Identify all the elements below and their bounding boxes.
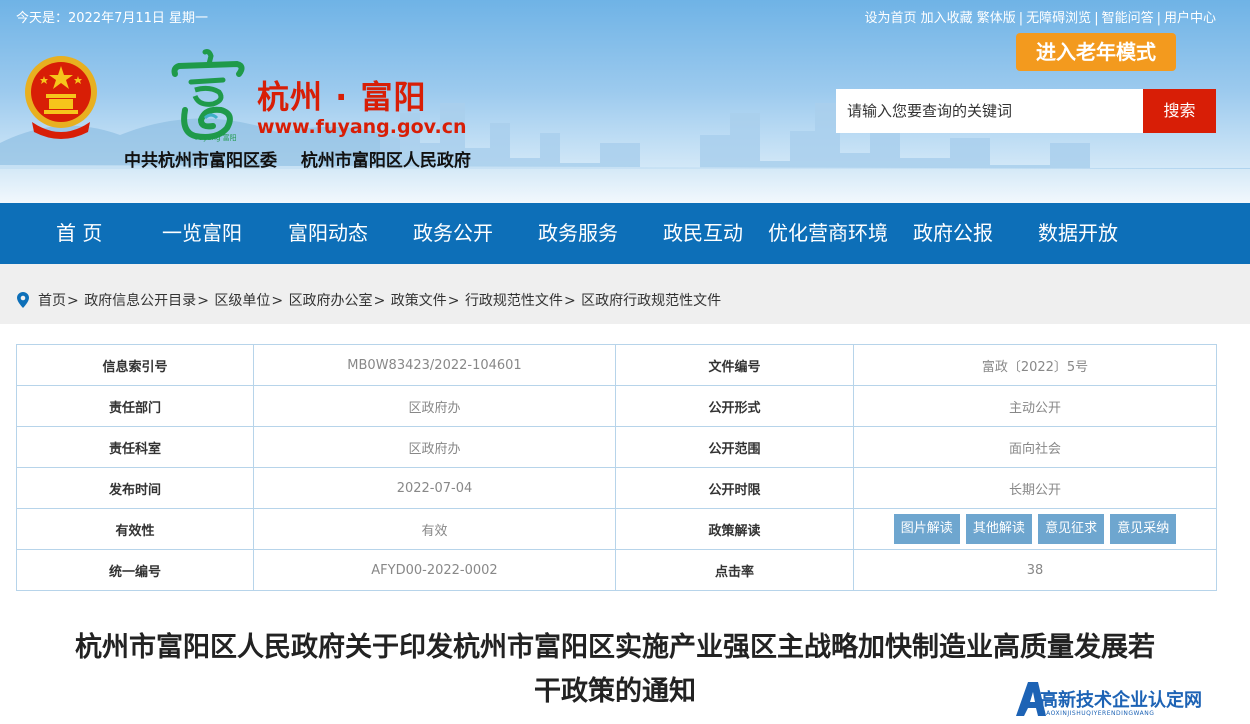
nav-interaction[interactable]: 政民互动 [663, 203, 743, 264]
breadcrumb-normative-docs[interactable]: 行政规范性文件 [465, 293, 563, 309]
watermark-subtext: GAOXINJISHUQIYERENDINGWANG [1041, 710, 1155, 717]
document-title-line-1: 杭州市富阳区人民政府关于印发杭州市富阳区实施产业强区主战略加快制造业高质量发展若 [75, 632, 1155, 663]
tag-opinion-solicitation[interactable]: 意见征求 [1038, 514, 1105, 544]
nav-open-government[interactable]: 政务公开 [413, 203, 493, 264]
value-department: 区政府办 [253, 385, 616, 427]
label-disclosure-form: 公开形式 [615, 385, 854, 427]
table-row: 责任部门 区政府办 公开形式 主动公开 [16, 385, 1217, 427]
value-doc-number: 富政〔2022〕5号 [853, 344, 1217, 386]
main-nav: 首 页 一览富阳 富阳动态 政务公开 政务服务 政民互动 优化营商环境 政府公报… [0, 203, 1250, 264]
organization-names: 中共杭州市富阳区委 杭州市富阳区人民政府 [124, 146, 471, 171]
value-disclosure-scope: 面向社会 [853, 426, 1217, 468]
label-publish-date: 发布时间 [16, 467, 254, 509]
site-name: 杭州 · 富阳 [257, 78, 427, 116]
label-section: 责任科室 [16, 426, 254, 468]
nav-overview[interactable]: 一览富阳 [162, 203, 242, 264]
national-emblem-icon [25, 56, 97, 139]
top-links: 设为首页 加入收藏 繁体版 | 无障碍浏览 | 智能问答 | 用户中心 [864, 11, 1216, 26]
org-government: 杭州市富阳区人民政府 [300, 151, 471, 171]
document-info-table: 信息索引号 MB0W83423/2022-104601 文件编号 富政〔2022… [16, 344, 1217, 591]
search-input[interactable] [836, 89, 1144, 133]
label-disclosure-scope: 公开范围 [615, 426, 854, 468]
river-water [0, 169, 1250, 203]
tag-opinion-adoption[interactable]: 意见采纳 [1110, 514, 1177, 544]
nav-gazette[interactable]: 政府公报 [913, 203, 993, 264]
breadcrumb-home[interactable]: 首页 [38, 293, 66, 309]
value-publish-date: 2022-07-04 [253, 467, 616, 509]
label-click-rate: 点击率 [615, 549, 854, 591]
tag-image-interpretation[interactable]: 图片解读 [893, 514, 960, 544]
label-validity: 有效性 [16, 508, 254, 550]
value-validity: 有效 [253, 508, 616, 550]
table-row: 有效性 有效 政策解读 图片解读 其他解读 意见征求 意见采纳 [16, 508, 1217, 550]
policy-interpretation-tags: 图片解读 其他解读 意见征求 意见采纳 [853, 508, 1217, 550]
fuyang-logo-icon: Fuyang 富阳 [171, 49, 245, 142]
breadcrumb-current[interactable]: 区政府行政规范性文件 [581, 293, 721, 309]
smart-qa-link[interactable]: 智能问答 [1102, 11, 1154, 26]
logo-caption: Fuyang 富阳 [195, 133, 237, 142]
table-row: 信息索引号 MB0W83423/2022-104601 文件编号 富政〔2022… [16, 344, 1217, 386]
table-row: 统一编号 AFYD00-2022-0002 点击率 38 [16, 549, 1217, 591]
nav-news[interactable]: 富阳动态 [288, 203, 368, 264]
elder-mode-button[interactable]: 进入老年模式 [1016, 33, 1176, 71]
set-homepage-link[interactable]: 设为首页 [864, 11, 916, 26]
current-date: 今天是：2022年7月11日 星期一 [16, 11, 209, 26]
breadcrumb: 首页> 政府信息公开目录> 区级单位> 区政府办公室> 政策文件> 行政规范性文… [38, 293, 722, 309]
value-section: 区政府办 [253, 426, 616, 468]
org-party-committee: 中共杭州市富阳区委 [124, 151, 277, 171]
site-url: www.fuyang.gov.cn [257, 116, 467, 138]
label-department: 责任部门 [16, 385, 254, 427]
accessibility-link[interactable]: 无障碍浏览 [1026, 11, 1091, 26]
user-center-link[interactable]: 用户中心 [1164, 11, 1216, 26]
breadcrumb-policy-docs[interactable]: 政策文件 [391, 293, 447, 309]
watermark-text: 高新技术企业认定网 [1040, 690, 1202, 711]
value-disclosure-period: 长期公开 [853, 467, 1217, 509]
add-favorite-link[interactable]: 加入收藏 [921, 11, 973, 26]
search-button[interactable]: 搜索 [1143, 89, 1216, 133]
label-unified-number: 统一编号 [16, 549, 254, 591]
breadcrumb-directory[interactable]: 政府信息公开目录 [84, 293, 196, 309]
tag-other-interpretation[interactable]: 其他解读 [965, 514, 1032, 544]
nav-business-environment[interactable]: 优化营商环境 [768, 203, 888, 264]
label-doc-number: 文件编号 [615, 344, 854, 386]
table-row: 责任科室 区政府办 公开范围 面向社会 [16, 426, 1217, 468]
value-unified-number: AFYD00-2022-0002 [253, 549, 616, 591]
label-index-number: 信息索引号 [16, 344, 254, 386]
table-row: 发布时间 2022-07-04 公开时限 长期公开 [16, 467, 1217, 509]
nav-services[interactable]: 政务服务 [538, 203, 618, 264]
nav-home[interactable]: 首 页 [56, 203, 102, 264]
nav-open-data[interactable]: 数据开放 [1038, 203, 1118, 264]
value-click-rate: 38 [853, 549, 1217, 591]
breadcrumb-district-units[interactable]: 区级单位 [214, 293, 270, 309]
breadcrumb-office[interactable]: 区政府办公室 [289, 293, 373, 309]
traditional-chinese-link[interactable]: 繁体版 [977, 11, 1016, 26]
location-pin-icon [17, 292, 29, 308]
label-disclosure-period: 公开时限 [615, 467, 854, 509]
label-policy-interpretation: 政策解读 [615, 508, 854, 550]
value-disclosure-form: 主动公开 [853, 385, 1217, 427]
value-index-number: MB0W83423/2022-104601 [253, 344, 616, 386]
